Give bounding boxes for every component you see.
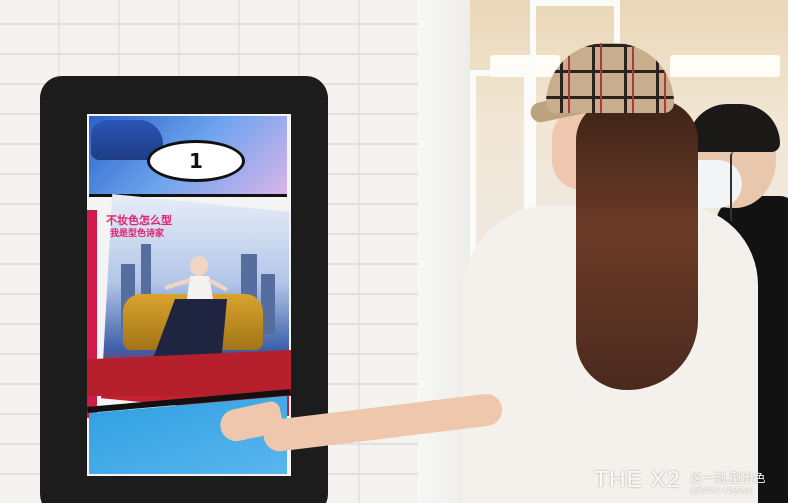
watermark-tagline: 这一刻,型出色 <box>690 471 766 485</box>
ceiling-light <box>670 55 780 77</box>
screen-slogan-line2: 我是型色诗家 <box>110 229 165 239</box>
watermark-main: THE X2 <box>594 466 681 492</box>
photo-scene: 1 不妆色怎么型 我是型色诗家 THE X2 这一刻,型出色 创新BMW X2型… <box>0 0 788 503</box>
watermark-subline: 创新BMW X2型动派 <box>690 488 753 495</box>
city-building <box>261 274 275 334</box>
woman-ponytail <box>576 100 698 390</box>
bmw-x2-watermark: THE X2 这一刻,型出色 创新BMW X2型动派 <box>594 466 765 495</box>
earpiece-wire <box>730 152 738 222</box>
comic-panel-1: 1 <box>89 116 287 197</box>
panel-number-badge: 1 <box>147 140 245 182</box>
